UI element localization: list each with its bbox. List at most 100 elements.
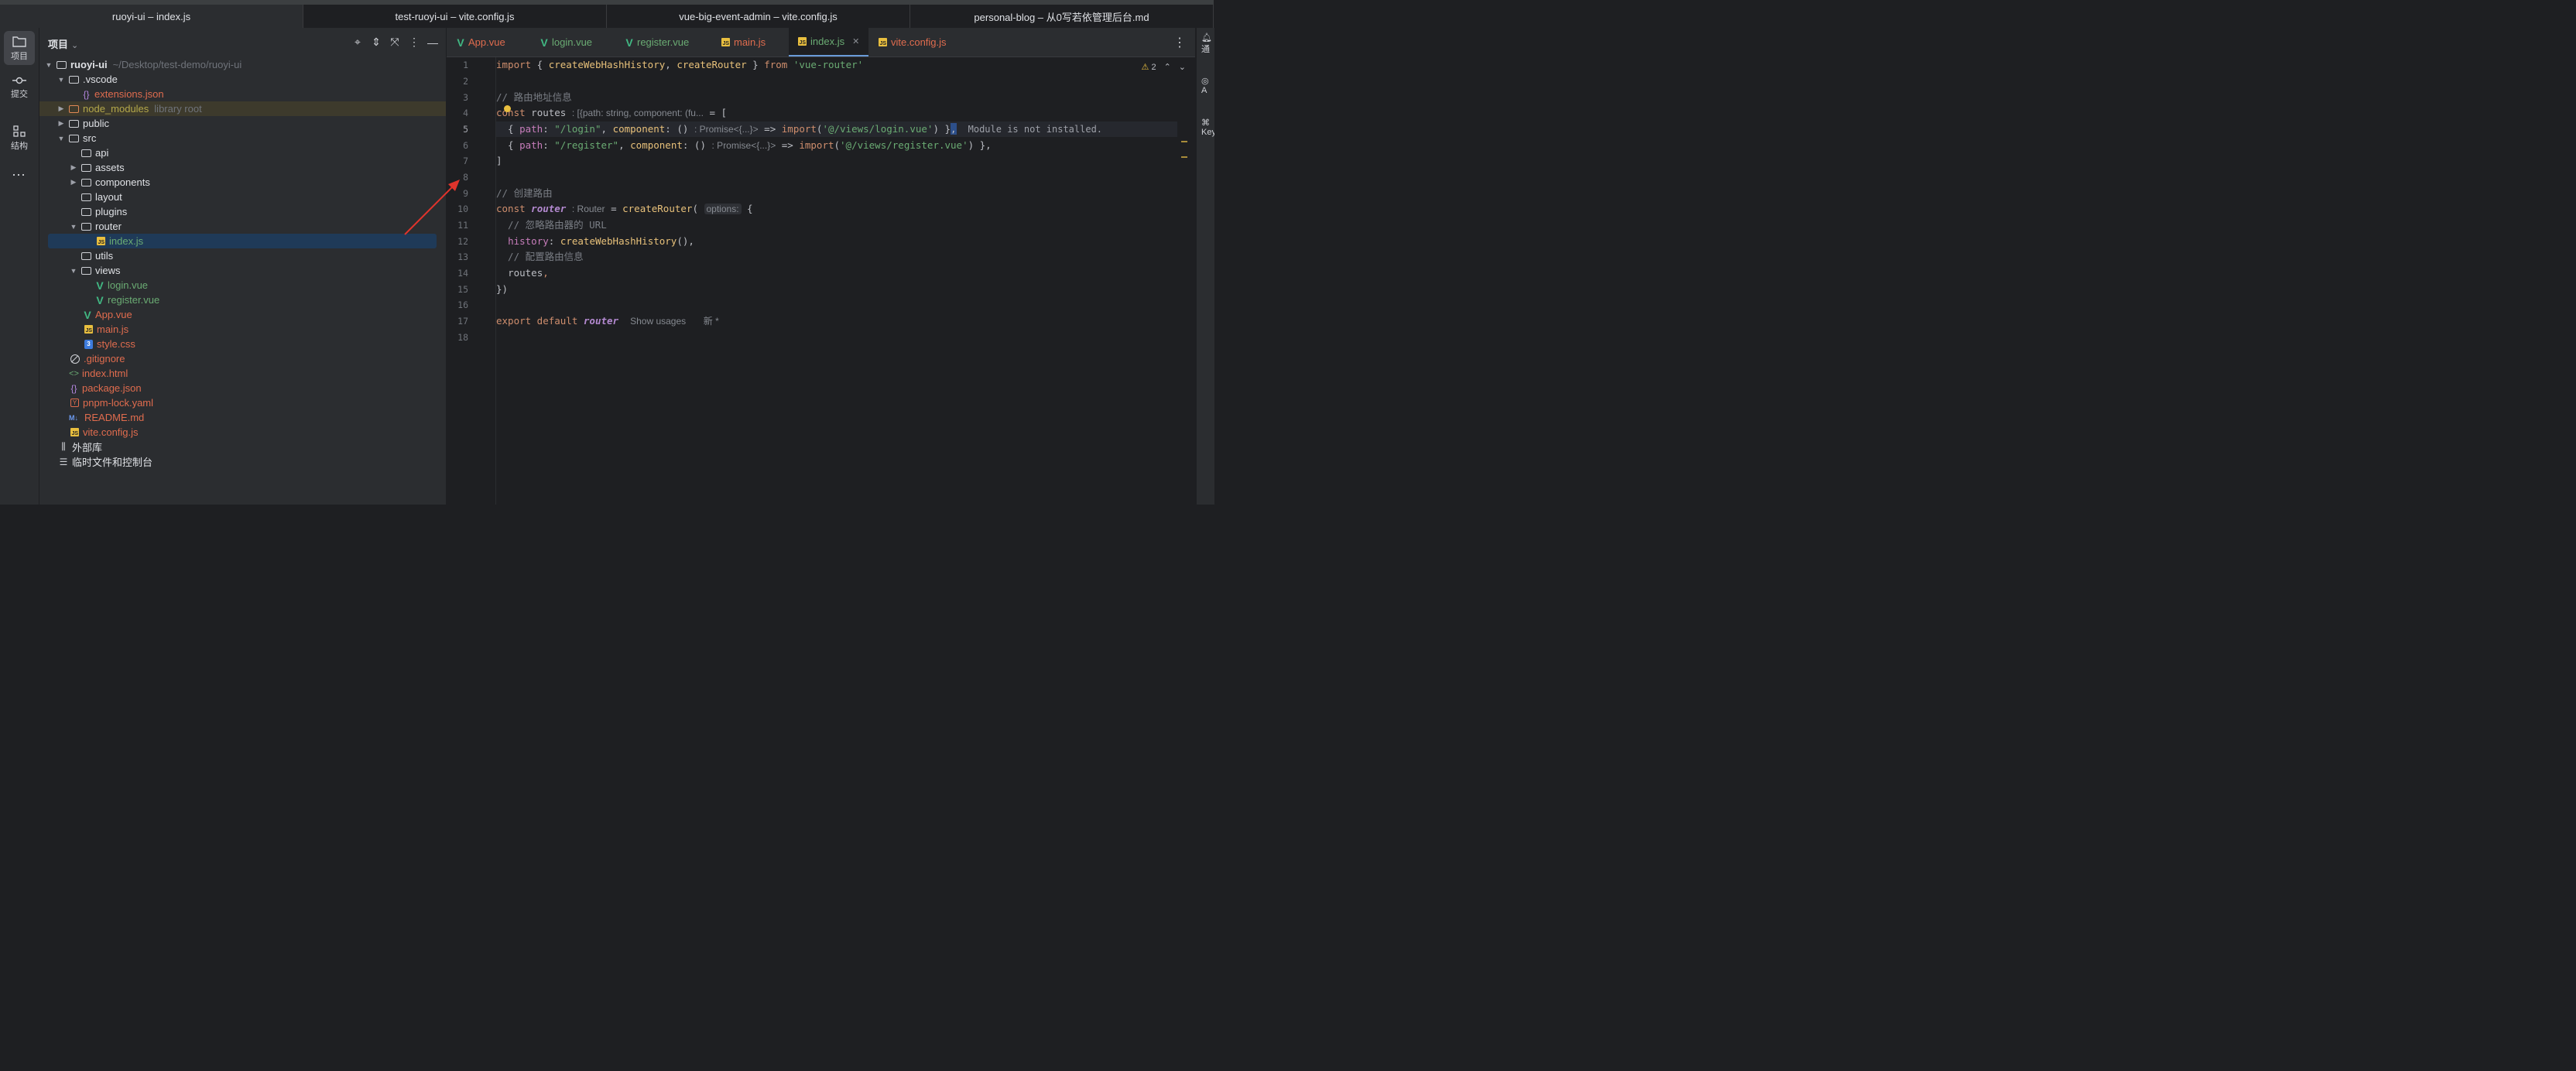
editor-tab-vite-config[interactable]: JS vite.config.js	[879, 28, 947, 56]
tree-item-vscode[interactable]: ▼ .vscode	[39, 72, 446, 87]
chevron-right-icon[interactable]: ▶	[69, 163, 78, 172]
tree-item-router[interactable]: ▼ router	[39, 219, 446, 234]
tree-item-extensions-json[interactable]: {} extensions.json	[39, 87, 446, 101]
project-tool-button[interactable]: 项目	[4, 31, 35, 65]
editor-tab-index-js[interactable]: JS index.js ✕	[789, 28, 868, 56]
tree-item-api[interactable]: api	[39, 145, 446, 160]
locate-icon[interactable]: ⌖	[353, 36, 362, 49]
tree-item-register-vue[interactable]: Vregister.vue	[39, 293, 446, 307]
chevron-down-icon[interactable]: ▼	[69, 267, 78, 275]
comment: // 创建路由	[496, 187, 553, 199]
vcs-author-hint: 新 *	[703, 316, 719, 327]
warning-icon: ⚠	[1141, 63, 1149, 72]
line-number: 11	[457, 220, 468, 231]
code-text: {	[496, 123, 520, 135]
json-file-icon: {}	[70, 382, 77, 394]
tree-item-package-json[interactable]: {} package.json	[39, 381, 446, 395]
window-tab-vue-big-event-admin[interactable]: vue-big-event-admin – vite.config.js	[607, 5, 910, 28]
line-number: 12	[457, 236, 468, 247]
tree-item-readme[interactable]: M↓ README.md	[39, 410, 446, 425]
tree-item-app-vue[interactable]: V App.vue	[39, 307, 446, 322]
expand-all-icon[interactable]: ⇕	[372, 36, 381, 49]
project-panel: 项目 ⌄ ⌖ ⇕ ⤧ ⋮ — ▼ ruoyi-ui ~/Desktop/test-de…	[39, 28, 447, 505]
chevron-right-icon[interactable]: ▶	[69, 178, 78, 186]
tree-item-gitignore[interactable]: .gitignore	[39, 351, 446, 366]
identifier: router	[583, 315, 619, 327]
folder-icon	[12, 36, 26, 47]
tree-item-public[interactable]: ▶ public	[39, 116, 446, 131]
more-tools-icon[interactable]: ⋯	[12, 167, 26, 183]
options-icon[interactable]: ⋮	[409, 36, 420, 49]
scrollbar-warning-mark[interactable]	[1181, 156, 1187, 158]
structure-tool-label: 结构	[11, 142, 28, 151]
tree-item-layout[interactable]: layout	[39, 190, 446, 204]
collapse-all-icon[interactable]: ⤧	[390, 36, 399, 49]
tree-item-router-index-js[interactable]: JS index.js	[39, 234, 446, 248]
window-tab-personal-blog[interactable]: personal-blog – 从0写若依管理后台.md	[910, 5, 1214, 28]
tree-item-views[interactable]: ▼ views	[39, 263, 446, 278]
tree-item-external-libraries[interactable]: ⫼ 外部库	[39, 440, 446, 454]
commit-tool-button[interactable]: 提交	[4, 76, 35, 100]
chevron-down-icon[interactable]: ▼	[57, 76, 66, 84]
editor-tab-main-js[interactable]: JS main.js	[721, 28, 766, 56]
tree-item-login-vue[interactable]: Vlogin.vue	[39, 278, 446, 293]
html-file-icon: <>	[69, 368, 79, 378]
chevron-up-icon[interactable]: ⌃	[1164, 62, 1171, 72]
structure-tool-button[interactable]: 结构	[4, 125, 35, 152]
tree-item-components[interactable]: ▶ components	[39, 175, 446, 190]
tree-item-assets[interactable]: ▶ assets	[39, 160, 446, 175]
key-promoter-tool-button[interactable]: ⌘Key	[1201, 118, 1214, 137]
tree-item-label: .gitignore	[84, 353, 125, 364]
scrollbar-warning-mark[interactable]	[1181, 141, 1187, 142]
editor-tab-label: vite.config.js	[891, 36, 947, 48]
tree-item-scratches[interactable]: ☰ 临时文件和控制台	[39, 454, 446, 469]
tree-item-main-js[interactable]: JS main.js	[39, 322, 446, 337]
editor-tab-app-vue[interactable]: V App.vue	[456, 28, 505, 56]
root-folder-path: ~/Desktop/test-demo/ruoyi-ui	[112, 59, 242, 70]
root-folder-name: ruoyi-ui	[70, 59, 108, 70]
code-line-13: // 配置路由信息	[496, 249, 1177, 265]
tree-item-utils[interactable]: utils	[39, 248, 446, 263]
show-usages-link[interactable]: Show usages	[630, 316, 686, 327]
tree-item-src[interactable]: ▼ src	[39, 131, 446, 145]
tree-item-vite-config[interactable]: JS vite.config.js	[39, 425, 446, 440]
window-tab-ruoyi-ui[interactable]: ruoyi-ui – index.js	[0, 5, 303, 28]
close-icon[interactable]: ✕	[852, 36, 859, 46]
hide-icon[interactable]: —	[427, 36, 438, 49]
string-literal: '@/views/register.vue'	[840, 139, 968, 151]
editor-tab-login-vue[interactable]: Vlogin.vue	[540, 28, 592, 56]
chevron-right-icon[interactable]: ▶	[57, 104, 66, 113]
tree-item-node-modules[interactable]: ▶ node_modules library root	[39, 101, 446, 116]
tree-item-pnpm-lock[interactable]: Ypnpm-lock.yaml	[39, 395, 446, 410]
tree-item-index-html[interactable]: <> index.html	[39, 366, 446, 381]
folder-icon	[69, 134, 79, 142]
ai-assistant-tool-button[interactable]: ◎ A	[1201, 76, 1209, 95]
code-text: (	[692, 203, 698, 214]
folder-icon	[81, 251, 91, 260]
editor-tab-register-vue[interactable]: Vregister.vue	[625, 28, 689, 56]
inspection-widget[interactable]: ⚠ 2 ⌃ ⌄	[1142, 62, 1187, 72]
lightbulb-icon[interactable]	[504, 105, 511, 112]
tree-root[interactable]: ▼ ruoyi-ui ~/Desktop/test-demo/ruoyi-ui	[39, 57, 446, 72]
js-file-icon: JS	[879, 38, 887, 46]
tree-item-label: App.vue	[95, 309, 132, 320]
chevron-right-icon[interactable]: ▶	[57, 119, 66, 128]
folder-icon	[81, 222, 91, 231]
tree-item-label: vite.config.js	[83, 426, 139, 438]
tree-item-plugins[interactable]: plugins	[39, 204, 446, 219]
chevron-down-icon[interactable]: ▼	[44, 61, 53, 69]
chevron-down-icon[interactable]: ▼	[69, 223, 78, 231]
project-view-selector[interactable]: 项目 ⌄	[48, 36, 78, 51]
notifications-tool-button[interactable]: 🔔︎ 通	[1201, 33, 1212, 55]
code-editor[interactable]: import { createWebHashHistory, createRou…	[496, 57, 1177, 505]
tab-options-icon[interactable]: ⋮	[1173, 35, 1186, 50]
code-line-15: })	[496, 282, 1177, 297]
chevron-down-icon[interactable]: ⌄	[1179, 62, 1186, 72]
window-tab-test-ruoyi-ui[interactable]: test-ruoyi-ui – vite.config.js	[303, 5, 607, 28]
tree-item-style-css[interactable]: 3 style.css	[39, 337, 446, 351]
folder-icon	[69, 119, 79, 128]
chevron-down-icon[interactable]: ▼	[57, 135, 66, 142]
folder-icon	[81, 163, 91, 172]
code-text: : ()	[682, 139, 712, 151]
line-number: 2	[463, 76, 468, 87]
